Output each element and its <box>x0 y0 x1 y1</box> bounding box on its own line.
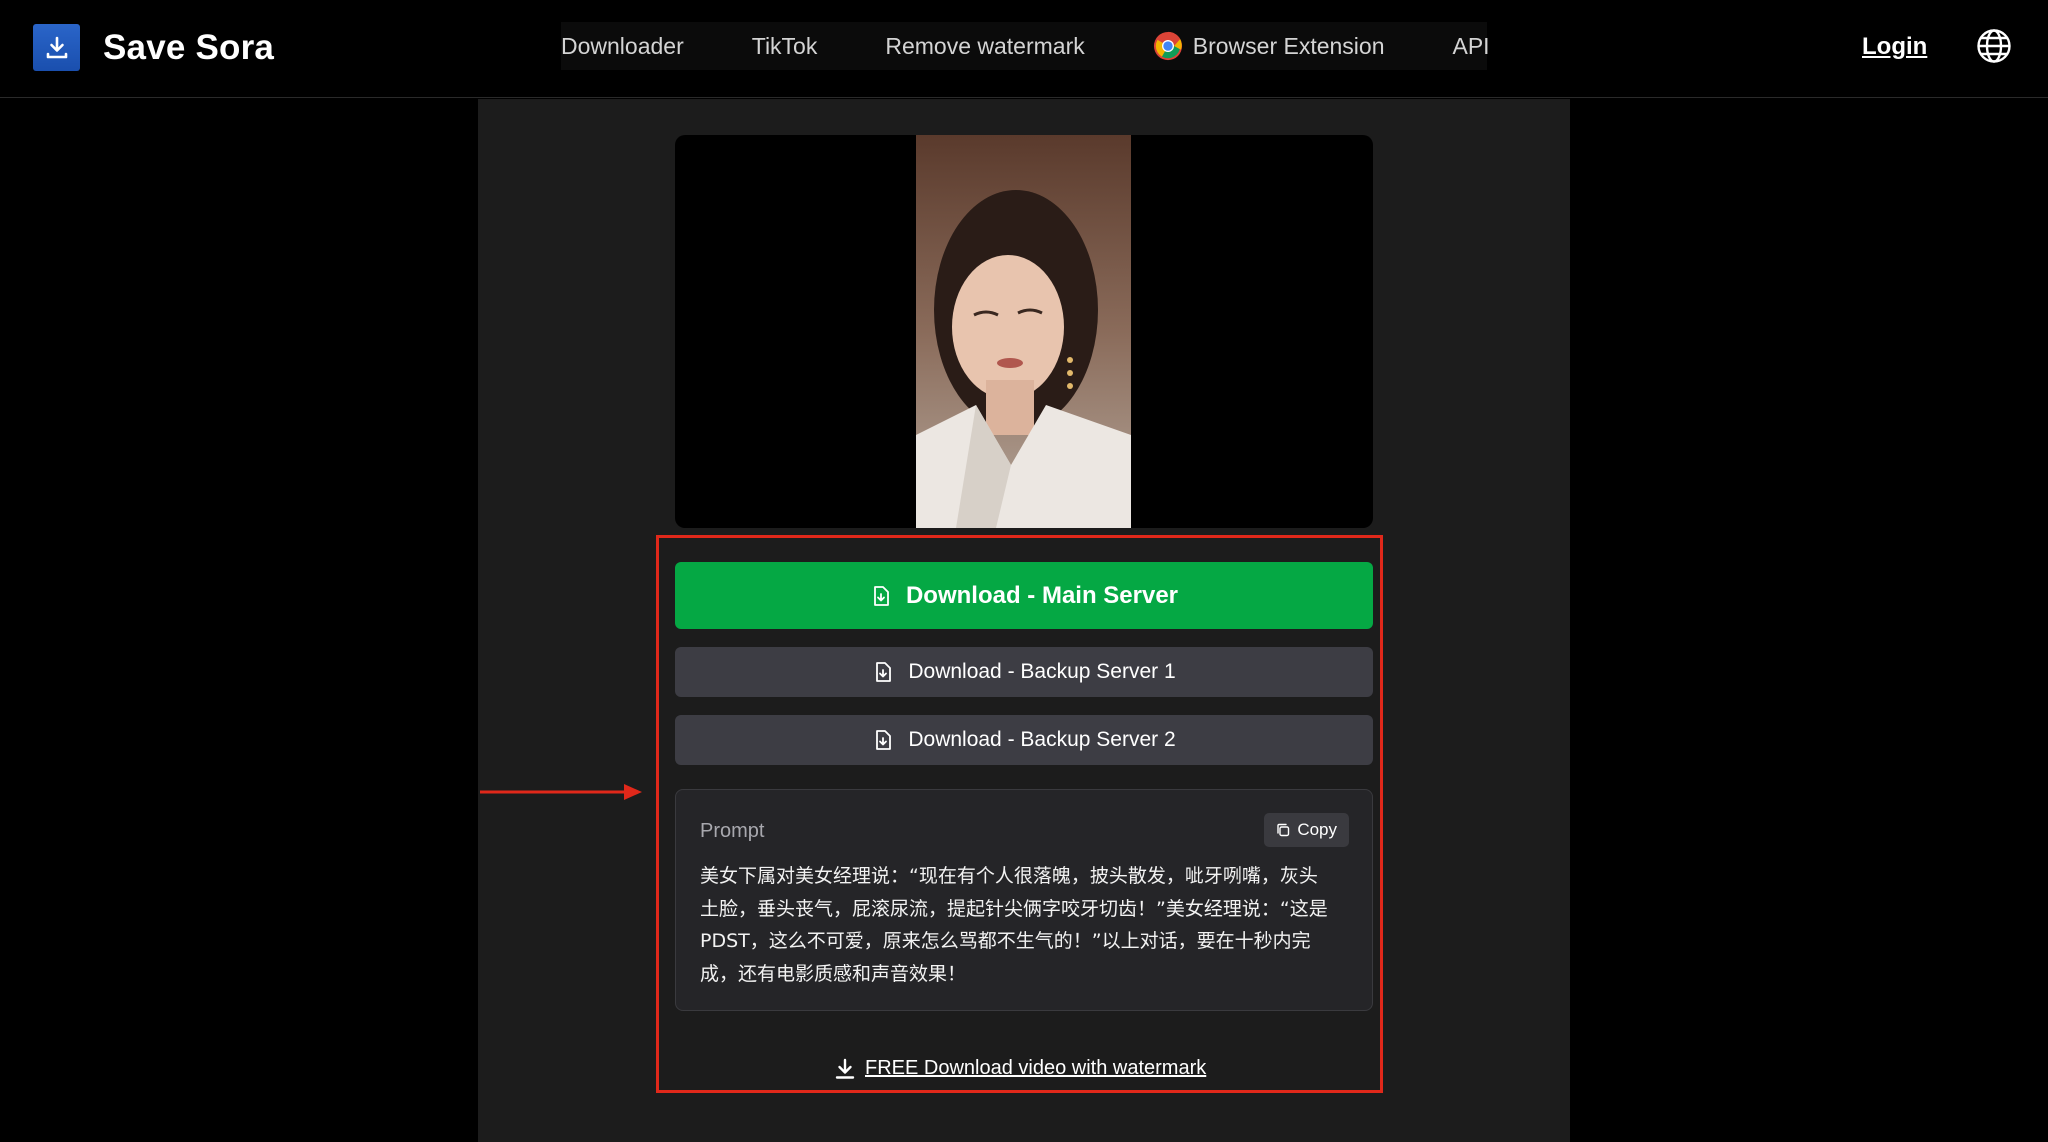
download-backup-server-2-label: Download - Backup Server 2 <box>908 728 1176 751</box>
video-thumbnail <box>916 135 1131 528</box>
file-download-icon <box>876 730 892 750</box>
free-download-label: FREE Download video with watermark <box>865 1057 1207 1079</box>
download-icon <box>835 1058 855 1079</box>
file-download-icon <box>876 662 892 682</box>
arrow-icon <box>480 784 642 800</box>
copy-icon <box>1277 823 1290 837</box>
nav-tiktok[interactable]: TikTok <box>752 33 818 60</box>
download-main-server-button[interactable]: Download - Main Server <box>675 562 1373 629</box>
copy-label: Copy <box>1297 820 1337 839</box>
download-backup-server-1-button[interactable]: Download - Backup Server 1 <box>675 647 1373 697</box>
video-frame <box>916 135 1131 528</box>
download-backup-server-2-button[interactable]: Download - Backup Server 2 <box>675 715 1373 765</box>
globe-icon[interactable] <box>1976 28 2012 64</box>
nav-downloader[interactable]: Downloader <box>561 33 684 60</box>
nav-remove-watermark[interactable]: Remove watermark <box>885 33 1084 60</box>
prompt-text: 美女下属对美女经理说：“现在有个人很落魄，披头散发，呲牙咧嘴，灰头土脸，垂头丧气… <box>700 865 1328 985</box>
copy-button[interactable]: Copy <box>1264 813 1349 847</box>
logo-download-icon <box>33 24 80 71</box>
file-download-icon <box>874 585 889 606</box>
prompt-card: Prompt Copy 美女下属对美女经理说：“现在有个人很落魄，披头散发，呲牙… <box>675 789 1373 1011</box>
video-player[interactable] <box>675 135 1373 528</box>
login-link[interactable]: Login <box>1862 33 1927 61</box>
main-nav: Downloader TikTok Remove watermark Brows… <box>561 22 1490 70</box>
chrome-icon <box>1153 31 1182 61</box>
brand-name: Save Sora <box>103 27 275 67</box>
brand-logo[interactable]: Save Sora <box>33 24 274 71</box>
nav-browser-extension[interactable]: Browser Extension <box>1153 31 1385 61</box>
download-main-server-label: Download - Main Server <box>905 581 1179 609</box>
download-backup-server-1-label: Download - Backup Server 1 <box>908 660 1176 683</box>
free-download-watermark-link[interactable]: FREE Download video with watermark <box>835 1057 1206 1080</box>
nav-api[interactable]: API <box>1453 33 1490 60</box>
nav-browser-extension-label: Browser Extension <box>1192 32 1385 59</box>
prompt-label: Prompt <box>700 820 765 842</box>
site-header: Save Sora Downloader TikTok Remove water… <box>0 0 2048 98</box>
